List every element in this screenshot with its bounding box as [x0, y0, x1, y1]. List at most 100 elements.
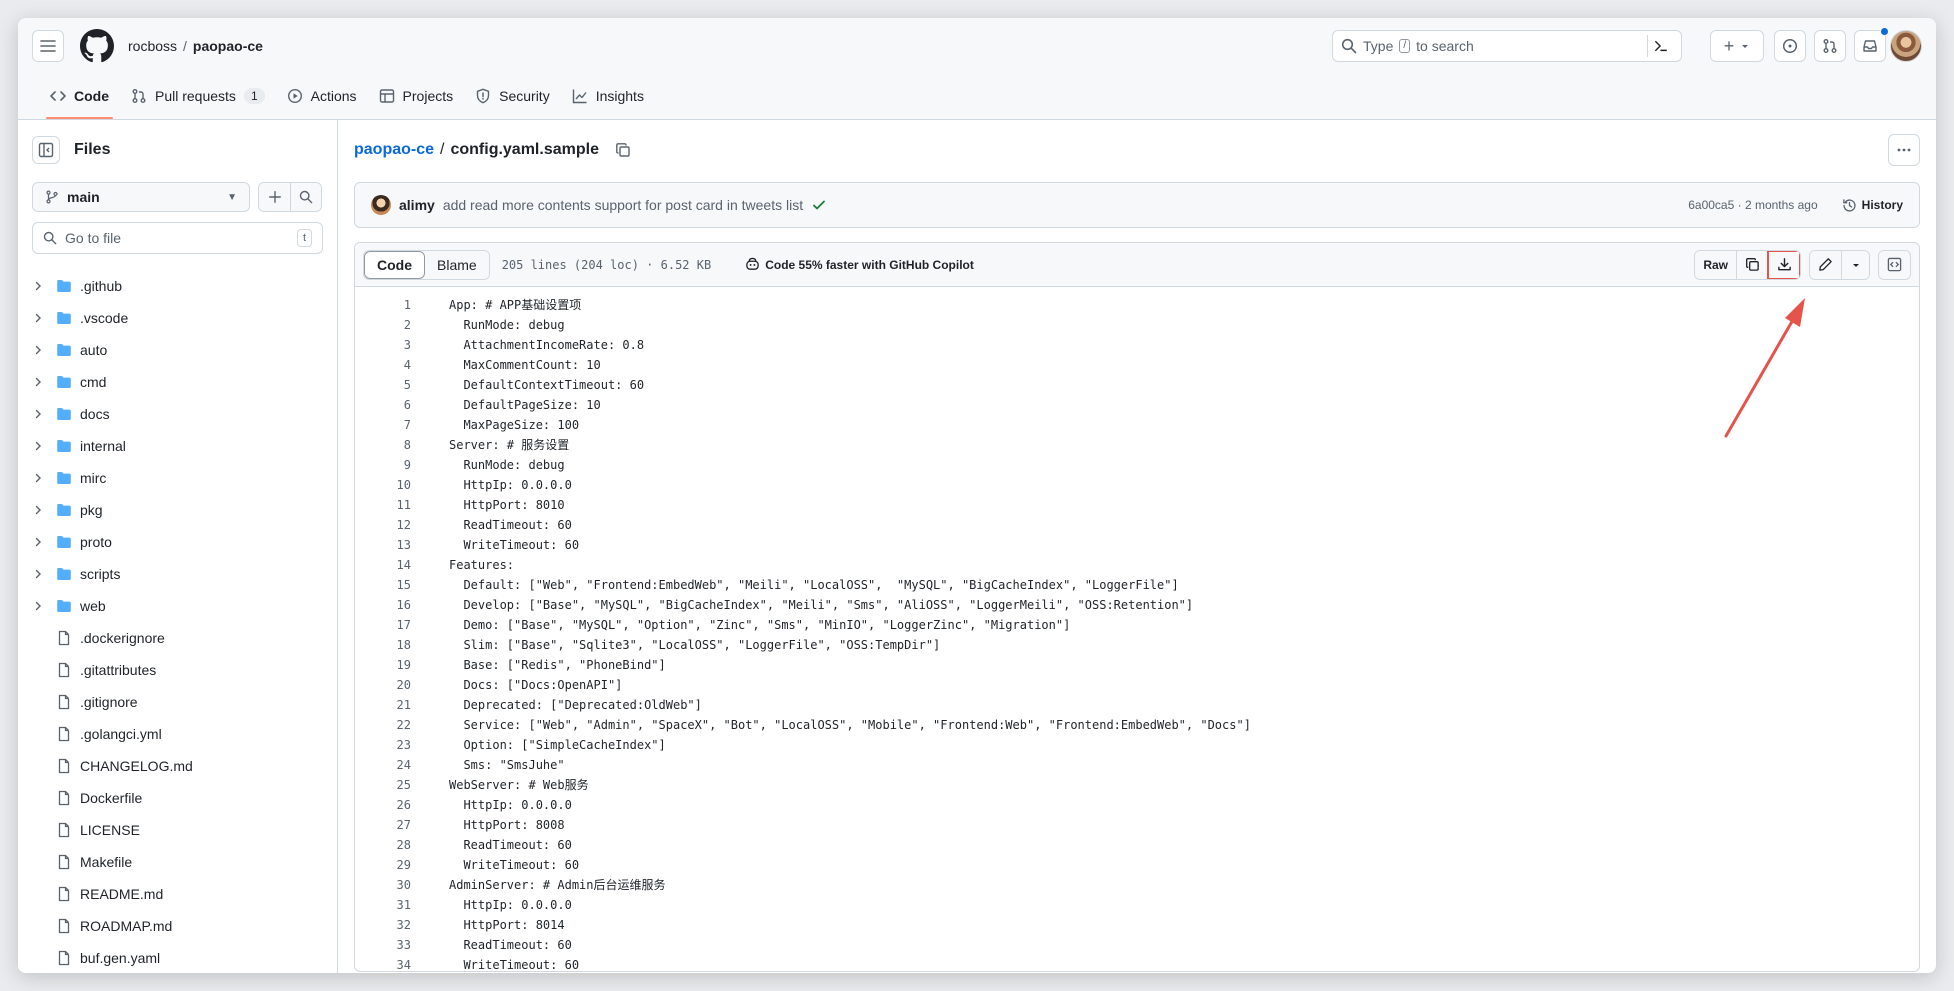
line-number[interactable]: 27 [355, 815, 411, 835]
repo-link[interactable]: paopao-ce [193, 38, 263, 54]
inbox-button[interactable] [1854, 27, 1889, 62]
search-files-button[interactable] [290, 183, 321, 211]
tree-folder[interactable]: internal [18, 430, 337, 462]
commit-message[interactable]: add read more contents support for post … [443, 197, 803, 213]
tab-projects[interactable]: Projects [369, 73, 464, 119]
line-number[interactable]: 11 [355, 495, 411, 515]
more-options-button[interactable] [1888, 134, 1920, 166]
file-path-repo-link[interactable]: paopao-ce [354, 141, 434, 159]
tree-folder[interactable]: pkg [18, 494, 337, 526]
line-number[interactable]: 33 [355, 935, 411, 955]
tree-folder[interactable]: scripts [18, 558, 337, 590]
tree-file[interactable]: LICENSE [18, 814, 337, 846]
line-number[interactable]: 4 [355, 355, 411, 375]
search-input[interactable]: Type / to search [1332, 30, 1682, 62]
commit-author[interactable]: alimy [399, 197, 435, 213]
tab-security[interactable]: Security [465, 73, 560, 119]
commit-meta[interactable]: 6a00ca5 · 2 months ago [1688, 198, 1817, 212]
tree-folder[interactable]: mirc [18, 462, 337, 494]
line-number[interactable]: 29 [355, 855, 411, 875]
github-logo-icon[interactable] [80, 29, 114, 63]
create-new-button[interactable]: + [1710, 30, 1764, 62]
line-number[interactable]: 34 [355, 955, 411, 971]
add-file-button[interactable] [259, 183, 290, 211]
tree-file[interactable]: .dockerignore [18, 622, 337, 654]
line-number[interactable]: 5 [355, 375, 411, 395]
tab-insights[interactable]: Insights [562, 73, 654, 119]
menu-button[interactable] [32, 30, 64, 62]
line-number[interactable]: 12 [355, 515, 411, 535]
line-number[interactable]: 17 [355, 615, 411, 635]
tree-folder[interactable]: .vscode [18, 302, 337, 334]
line-number[interactable]: 3 [355, 335, 411, 355]
copilot-promo-link[interactable]: Code 55% faster with GitHub Copilot [745, 257, 974, 272]
tree-file[interactable]: .golangci.yml [18, 718, 337, 750]
pull-requests-button[interactable] [1814, 30, 1846, 62]
line-number[interactable]: 6 [355, 395, 411, 415]
raw-button[interactable]: Raw [1695, 250, 1736, 279]
line-number[interactable]: 16 [355, 595, 411, 615]
issues-button[interactable] [1774, 30, 1806, 62]
line-number[interactable]: 21 [355, 695, 411, 715]
line-number[interactable]: 7 [355, 415, 411, 435]
tree-file[interactable]: ROADMAP.md [18, 910, 337, 942]
go-to-file-input[interactable]: Go to file t [32, 222, 323, 254]
line-number[interactable]: 10 [355, 475, 411, 495]
tab-actions[interactable]: Actions [277, 73, 367, 119]
symbols-panel-button[interactable] [1879, 250, 1910, 279]
line-number[interactable]: 30 [355, 875, 411, 895]
line-number[interactable]: 20 [355, 675, 411, 695]
tree-file[interactable]: Dockerfile [18, 782, 337, 814]
tree-file[interactable]: .gitattributes [18, 654, 337, 686]
tree-folder[interactable]: proto [18, 526, 337, 558]
tree-file[interactable]: CHANGELOG.md [18, 750, 337, 782]
tree-folder[interactable]: web [18, 590, 337, 622]
commit-author-avatar[interactable] [371, 195, 391, 215]
code-line: 7 MaxPageSize: 100 [355, 415, 1919, 435]
check-icon[interactable] [811, 197, 827, 213]
line-number[interactable]: 19 [355, 655, 411, 675]
collapse-sidebar-button[interactable] [32, 136, 60, 164]
tab-code[interactable]: Code [40, 73, 119, 119]
line-number[interactable]: 13 [355, 535, 411, 555]
line-number[interactable]: 31 [355, 895, 411, 915]
copy-path-button[interactable] [615, 142, 631, 158]
line-number[interactable]: 2 [355, 315, 411, 335]
copy-raw-button[interactable] [1736, 250, 1768, 279]
raw-copy-download-group: Raw [1694, 249, 1801, 280]
line-number[interactable]: 25 [355, 775, 411, 795]
command-palette-button[interactable] [1647, 35, 1673, 57]
line-number[interactable]: 32 [355, 915, 411, 935]
edit-file-button[interactable] [1810, 250, 1841, 279]
branch-selector[interactable]: main ▼ [32, 182, 250, 212]
line-number[interactable]: 28 [355, 835, 411, 855]
line-number[interactable]: 14 [355, 555, 411, 575]
tree-folder[interactable]: cmd [18, 366, 337, 398]
line-number[interactable]: 9 [355, 455, 411, 475]
owner-link[interactable]: rocboss [128, 38, 177, 54]
tree-file[interactable]: README.md [18, 878, 337, 910]
tree-folder[interactable]: .github [18, 270, 337, 302]
line-number[interactable]: 24 [355, 755, 411, 775]
tree-file[interactable]: Makefile [18, 846, 337, 878]
line-number[interactable]: 15 [355, 575, 411, 595]
edit-dropdown-button[interactable] [1841, 250, 1869, 279]
line-number[interactable]: 8 [355, 435, 411, 455]
line-number[interactable]: 23 [355, 735, 411, 755]
history-button[interactable]: History [1842, 198, 1903, 213]
download-raw-button[interactable] [1767, 250, 1801, 279]
code-line: 5 DefaultContextTimeout: 60 [355, 375, 1919, 395]
line-number[interactable]: 1 [355, 295, 411, 315]
tree-file[interactable]: buf.gen.yaml [18, 942, 337, 973]
tree-folder[interactable]: docs [18, 398, 337, 430]
tree-folder[interactable]: auto [18, 334, 337, 366]
code-view-button[interactable]: Code [364, 250, 425, 279]
tree-file[interactable]: .gitignore [18, 686, 337, 718]
line-number[interactable]: 18 [355, 635, 411, 655]
line-number[interactable]: 22 [355, 715, 411, 735]
blame-view-button[interactable]: Blame [425, 250, 489, 279]
line-number[interactable]: 26 [355, 795, 411, 815]
user-avatar[interactable] [1890, 30, 1922, 62]
tab-pull-requests[interactable]: Pull requests 1 [121, 73, 275, 119]
sidebar-collapse-icon [38, 142, 54, 158]
